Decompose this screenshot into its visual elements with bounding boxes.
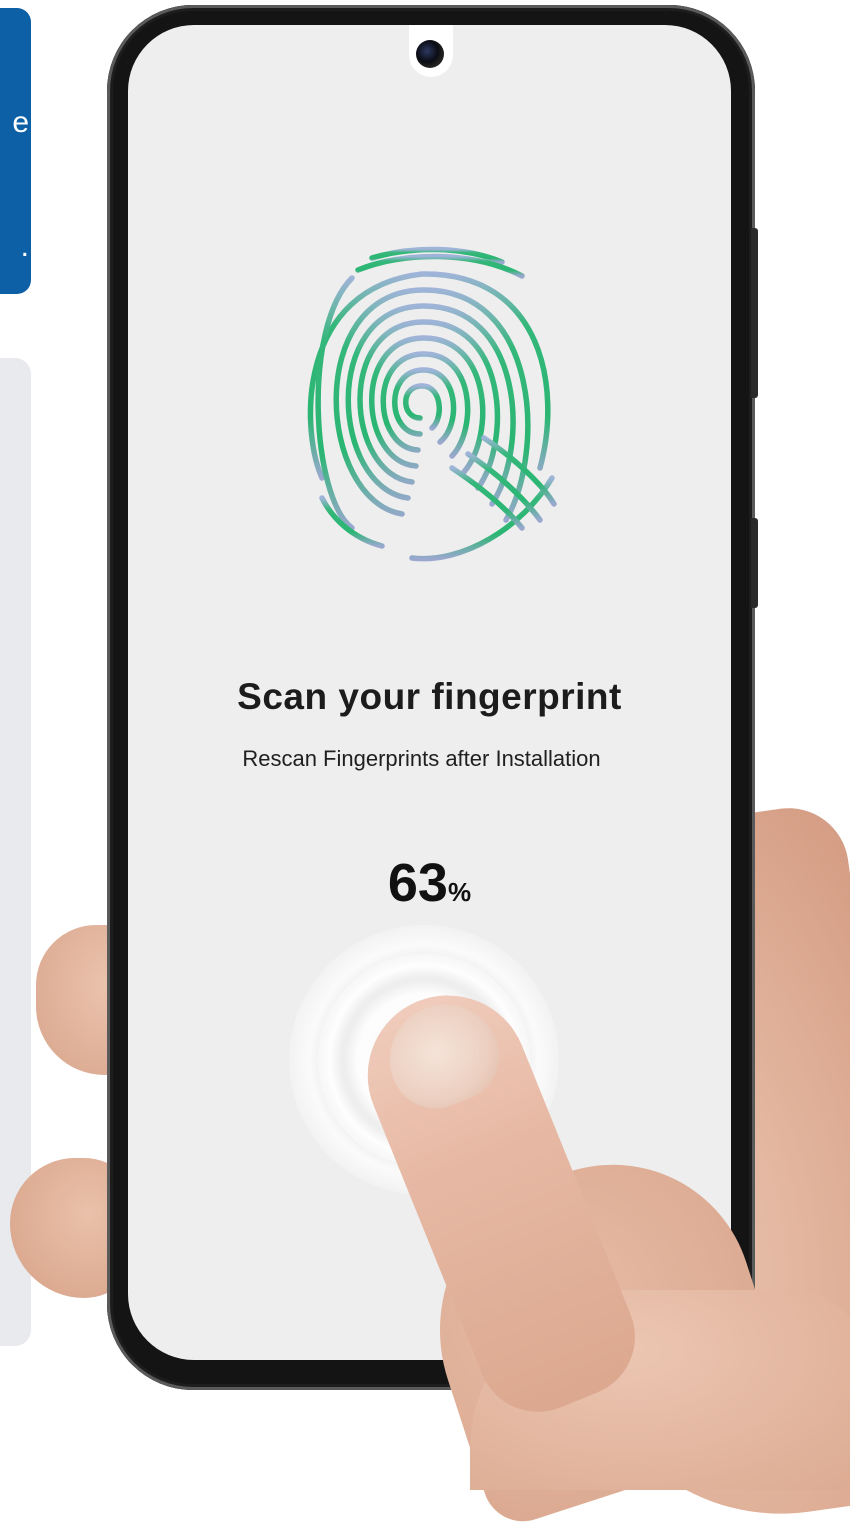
scan-subtitle: Rescan Fingerprints after Installation (242, 746, 601, 771)
fingerprint-icon (292, 228, 568, 578)
front-camera-icon (416, 40, 444, 68)
left-card-fragment-1: e (12, 106, 29, 139)
left-blue-card: e . (0, 8, 31, 294)
left-card-fragment-2: . (20, 230, 29, 263)
scan-progress: 63% (128, 852, 731, 914)
scan-progress-unit: % (447, 877, 472, 907)
power-button (751, 518, 758, 608)
fingerprint-svg (307, 246, 557, 562)
scan-progress-value: 63 (387, 853, 448, 913)
scan-title: Scan your fingerprint (237, 676, 622, 717)
volume-button (751, 228, 758, 398)
